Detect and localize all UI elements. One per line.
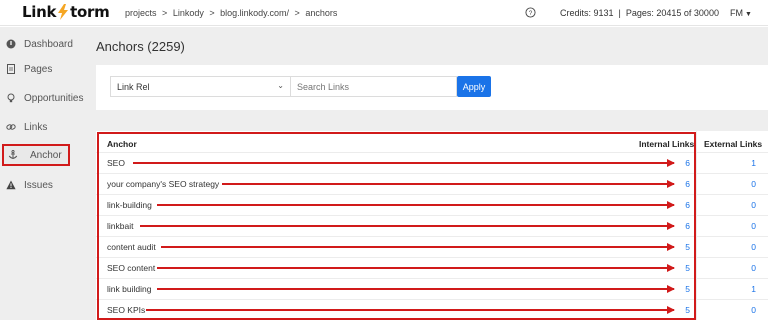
sidebar-item-links[interactable]: Links <box>0 116 86 138</box>
logo-text-right: torm <box>70 3 110 21</box>
anchor-cell: link building <box>107 284 152 294</box>
table-row: linkbait 6 0 <box>96 215 768 235</box>
top-bar: Link torm projects > Linkody > blog.link… <box>0 0 768 26</box>
breadcrumb-projects[interactable]: projects <box>125 8 157 18</box>
page-title: Anchors (2259) <box>96 39 185 54</box>
page-icon <box>7 64 15 74</box>
anchor-cell: link-building <box>107 200 152 210</box>
anchor-cell: linkbait <box>107 221 134 231</box>
main-content: Anchors (2259) Link Rel ⌄ Apply Anchor I… <box>86 27 768 320</box>
breadcrumb-anchors: anchors <box>305 8 338 18</box>
table-row: link-building 6 0 <box>96 194 768 214</box>
breadcrumb-linkody[interactable]: Linkody <box>173 8 204 18</box>
link-rel-select[interactable]: Link Rel ⌄ <box>110 76 291 97</box>
filter-bar: Link Rel ⌄ Apply <box>96 65 768 110</box>
lightning-bolt-icon <box>58 4 69 20</box>
column-header-internal-links[interactable]: Internal Links <box>639 139 694 149</box>
internal-links-cell[interactable]: 5 <box>680 263 690 273</box>
chevron-down-icon: ⌄ <box>277 81 284 90</box>
table-row: your company's SEO strategy 6 0 <box>96 173 768 193</box>
user-menu[interactable]: FM ▼ <box>730 8 752 18</box>
anchor-cell: SEO content <box>107 263 156 273</box>
internal-links-cell[interactable]: 6 <box>680 221 690 231</box>
apply-button[interactable]: Apply <box>457 76 491 97</box>
table-row: link building 5 1 <box>96 278 768 298</box>
breadcrumb-domain[interactable]: blog.linkody.com/ <box>220 8 289 18</box>
sidebar-item-anchor[interactable]: Anchor <box>2 144 70 166</box>
table-row: SEO 6 1 <box>96 152 768 172</box>
sidebar-item-dashboard[interactable]: Dashboard <box>0 33 86 55</box>
table-row: SEO content 5 0 <box>96 257 768 277</box>
anchors-table: Anchor Internal Links External Links SEO… <box>96 131 768 320</box>
logo-text-left: Link <box>22 3 57 21</box>
anchor-cell: SEO <box>107 158 125 168</box>
select-value: Link Rel <box>117 82 150 92</box>
sidebar-item-label: Issues <box>24 179 53 191</box>
dashboard-icon <box>6 39 16 49</box>
link-icon <box>6 124 16 130</box>
breadcrumb-separator: > <box>162 8 168 18</box>
caret-down-icon: ▼ <box>745 11 752 18</box>
sidebar-item-label: Opportunities <box>24 92 84 104</box>
external-links-cell[interactable]: 1 <box>746 158 756 168</box>
external-links-cell[interactable]: 0 <box>746 221 756 231</box>
anchor-cell: content audit <box>107 242 156 252</box>
internal-links-cell[interactable]: 5 <box>680 284 690 294</box>
anchor-cell: your company's SEO strategy <box>107 179 220 189</box>
internal-links-cell[interactable]: 6 <box>680 158 690 168</box>
sidebar-item-label: Pages <box>24 63 53 75</box>
sidebar-item-pages[interactable]: Pages <box>0 58 86 80</box>
anchor-icon <box>8 150 18 159</box>
breadcrumb-separator: > <box>209 8 215 18</box>
question-circle-icon[interactable]: ? <box>525 7 536 18</box>
external-links-cell[interactable]: 1 <box>746 284 756 294</box>
internal-links-cell[interactable]: 5 <box>680 242 690 252</box>
table-row: SEO KPIs 5 0 <box>96 299 768 319</box>
sidebar: Dashboard Pages Opportunities Links Anch… <box>0 27 86 320</box>
external-links-cell[interactable]: 0 <box>746 263 756 273</box>
search-input[interactable] <box>291 76 457 97</box>
internal-links-cell[interactable]: 5 <box>680 305 690 315</box>
lightbulb-icon <box>7 93 15 103</box>
user-initials: FM <box>730 8 743 18</box>
column-header-external-links[interactable]: External Links <box>704 139 762 149</box>
external-links-cell[interactable]: 0 <box>746 179 756 189</box>
sidebar-item-opportunities[interactable]: Opportunities <box>0 87 86 109</box>
warning-icon <box>6 180 16 190</box>
internal-links-cell[interactable]: 6 <box>680 200 690 210</box>
external-links-cell[interactable]: 0 <box>746 200 756 210</box>
sidebar-item-label: Dashboard <box>24 38 73 50</box>
sidebar-item-label: Anchor <box>30 149 62 161</box>
breadcrumb: projects > Linkody > blog.linkody.com/ >… <box>125 8 340 18</box>
external-links-cell[interactable]: 0 <box>746 305 756 315</box>
sidebar-item-label: Links <box>24 121 48 133</box>
external-links-cell[interactable]: 0 <box>746 242 756 252</box>
svg-text:?: ? <box>529 10 533 17</box>
column-header-anchor[interactable]: Anchor <box>107 139 137 149</box>
credits-status: Credits: 9131 | Pages: 20415 of 30000 <box>560 8 719 18</box>
anchor-cell: SEO KPIs <box>107 305 146 315</box>
sidebar-item-issues[interactable]: Issues <box>0 174 86 196</box>
table-row: content audit 5 0 <box>96 236 768 256</box>
app-logo[interactable]: Link torm <box>22 3 110 21</box>
internal-links-cell[interactable]: 6 <box>680 179 690 189</box>
breadcrumb-separator: > <box>294 8 300 18</box>
